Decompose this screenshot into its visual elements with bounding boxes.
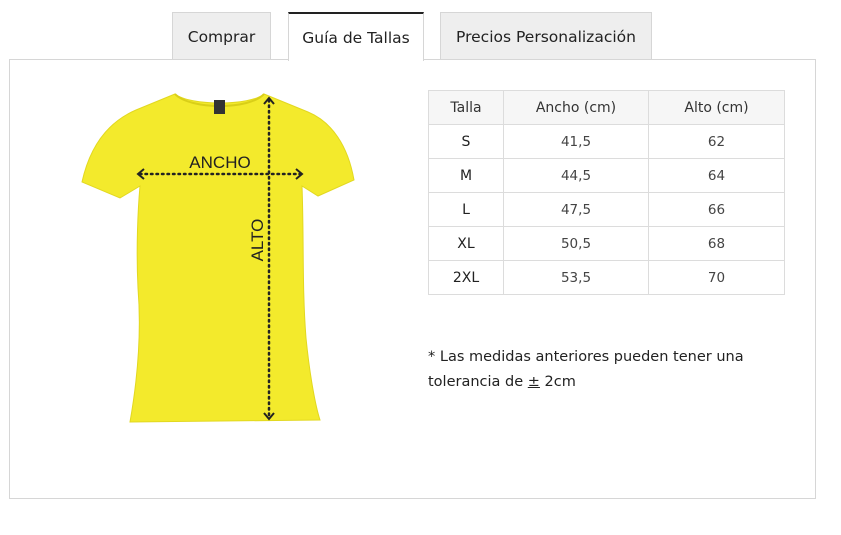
size-cell: L xyxy=(428,192,504,227)
height-cell: 68 xyxy=(648,226,785,261)
table-row: L 47,5 66 xyxy=(428,192,785,227)
tab-guia-de-tallas[interactable]: Guía de Tallas xyxy=(288,12,424,61)
size-cell: 2XL xyxy=(428,260,504,295)
size-table: Talla Ancho (cm) Alto (cm) S 41,5 62 M 4… xyxy=(428,90,785,295)
tolerance-note: * Las medidas anteriores pueden tener un… xyxy=(428,345,768,395)
column-header-ancho: Ancho (cm) xyxy=(503,90,649,125)
plus-minus-symbol: ± xyxy=(527,374,540,390)
size-cell: M xyxy=(428,158,504,193)
tab-comprar[interactable]: Comprar xyxy=(172,12,271,60)
size-table-header-row: Talla Ancho (cm) Alto (cm) xyxy=(428,90,785,125)
table-row: M 44,5 64 xyxy=(428,158,785,193)
height-cell: 62 xyxy=(648,124,785,159)
tolerance-value: 2cm xyxy=(539,374,576,390)
width-cell: 44,5 xyxy=(503,158,649,193)
height-cell: 66 xyxy=(648,192,785,227)
width-cell: 53,5 xyxy=(503,260,649,295)
size-cell: XL xyxy=(428,226,504,261)
size-cell: S xyxy=(428,124,504,159)
height-cell: 70 xyxy=(648,260,785,295)
table-row: 2XL 53,5 70 xyxy=(428,260,785,295)
tolerance-note-text: * Las medidas anteriores pueden tener un… xyxy=(428,349,744,390)
column-header-alto: Alto (cm) xyxy=(648,90,785,125)
width-cell: 41,5 xyxy=(503,124,649,159)
column-header-talla: Talla xyxy=(428,90,504,125)
height-cell: 64 xyxy=(648,158,785,193)
tab-precios-personalizacion[interactable]: Precios Personalización xyxy=(440,12,652,60)
width-cell: 47,5 xyxy=(503,192,649,227)
height-label: ALTO xyxy=(248,219,267,262)
tshirt-tag xyxy=(214,100,225,114)
table-row: XL 50,5 68 xyxy=(428,226,785,261)
tshirt-shape xyxy=(81,93,355,423)
table-row: S 41,5 62 xyxy=(428,124,785,159)
tab-bar: Comprar Guía de Tallas Precios Personali… xyxy=(0,0,841,61)
size-guide-panel: ANCHO ALTO Talla Ancho (cm) Alto (cm) S … xyxy=(9,59,816,499)
tshirt-size-diagram: ANCHO ALTO xyxy=(81,93,355,423)
width-label: ANCHO xyxy=(189,153,250,172)
width-cell: 50,5 xyxy=(503,226,649,261)
